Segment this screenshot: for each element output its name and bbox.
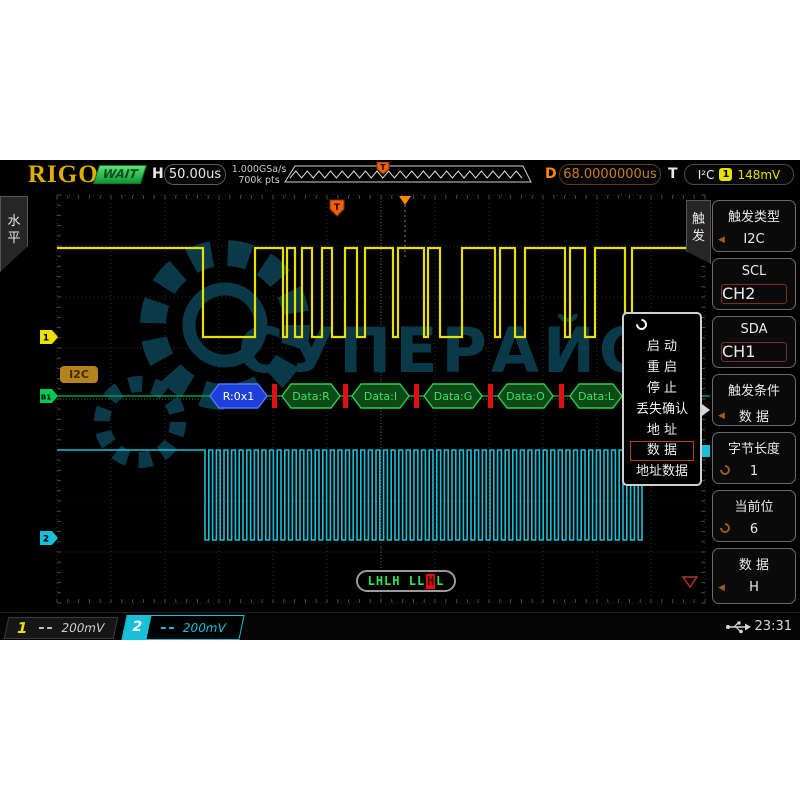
- menu-item-trigger-condition[interactable]: 触发条件 ◀数 据: [712, 374, 796, 426]
- acquisition-status-badge: WAIT: [93, 165, 147, 184]
- left-arrow-icon: ◀: [718, 411, 725, 421]
- pattern-cursor: H: [426, 574, 435, 589]
- sample-rate-block: 1.000GSa/s 700k pts: [230, 164, 288, 186]
- svg-text:T: T: [380, 163, 386, 172]
- svg-text:B1: B1: [41, 394, 51, 402]
- left-arrow-icon: ◀: [718, 583, 725, 593]
- svg-text:СУПЕРАЙС: СУПЕРАЙС: [238, 314, 648, 387]
- horizontal-label: H: [152, 166, 164, 182]
- popup-item-restart[interactable]: 重 启: [624, 357, 700, 378]
- svg-text:R:0x1: R:0x1: [223, 390, 255, 403]
- svg-text:Data:I: Data:I: [364, 390, 397, 403]
- svg-text:Data:L: Data:L: [578, 390, 615, 403]
- trigger-info-box: I²C 1 148mV: [684, 164, 794, 185]
- delay-label: D: [545, 166, 557, 182]
- menu-item-trigger-type[interactable]: 触发类型 ◀I2C: [712, 200, 796, 252]
- popup-item-start[interactable]: 启 动: [624, 336, 700, 357]
- trigger-label: T: [668, 166, 678, 182]
- memory-depth: 700k pts: [230, 175, 288, 186]
- sda-channel-box: CH1: [721, 342, 787, 362]
- trigger-condition-popup: 启 动 重 启 停 止 丢失确认 地 址 数 据 地址数据: [622, 312, 702, 486]
- popup-item-stop[interactable]: 停 止: [624, 378, 700, 399]
- i2c-bus-label: I2C: [60, 366, 98, 383]
- popup-item-data[interactable]: 数 据: [630, 441, 694, 461]
- left-arrow-icon: ◀: [718, 235, 725, 245]
- svg-text:Data:R: Data:R: [292, 390, 330, 403]
- dc-coupling-icon: [39, 627, 52, 629]
- menu-item-scl-source[interactable]: SCL CH2: [712, 258, 796, 310]
- popup-item-address[interactable]: 地 址: [624, 420, 700, 441]
- top-status-bar: RIGOL WAIT H 50.00us 1.000GSa/s 700k pts…: [0, 160, 800, 190]
- svg-text:Data:O: Data:O: [506, 390, 545, 403]
- popup-item-address-data[interactable]: 地址数据: [624, 461, 700, 482]
- popup-item-missing-ack[interactable]: 丢失确认: [624, 399, 700, 420]
- rotate-icon: [634, 317, 650, 333]
- pattern-indicator: LHLH LL H L: [356, 570, 456, 592]
- popup-pointer-icon: [702, 404, 710, 416]
- trigger-level-value: 148mV: [737, 168, 780, 182]
- dc-coupling-icon: [161, 627, 174, 629]
- oscilloscope-screen: СУПЕРАЙС T 1 B1 2 R:0x1 Data:R Data:I Data:G Data…: [0, 160, 800, 640]
- channel2-scale: 200mV: [182, 621, 228, 635]
- channel1-block[interactable]: 1 200mV: [4, 617, 119, 639]
- menu-item-sda-source[interactable]: SDA CH1: [712, 316, 796, 368]
- sample-rate: 1.000GSa/s: [230, 164, 288, 175]
- clock: 23:31: [755, 619, 792, 634]
- bottom-status-bar: 1 200mV 2 200mV 23:31: [0, 612, 800, 640]
- svg-text:Data:G: Data:G: [434, 390, 473, 403]
- svg-text:1: 1: [43, 334, 49, 344]
- channel2-block[interactable]: 2 200mV: [121, 615, 244, 640]
- menu-item-current-bit[interactable]: 当前位 6: [712, 490, 796, 542]
- channel1-scale: 200mV: [60, 621, 106, 635]
- trigger-source-badge: 1: [719, 168, 732, 181]
- memory-overview-strip[interactable]: T: [283, 162, 535, 184]
- menu-item-byte-length[interactable]: 字节长度 1: [712, 432, 796, 484]
- trigger-type: I²C: [698, 168, 715, 182]
- trigger-delay-value: 68.0000000us: [559, 164, 661, 185]
- timebase-value: 50.00us: [164, 164, 226, 185]
- menu-item-data-value[interactable]: 数 据 ◀H: [712, 548, 796, 604]
- scl-channel-box: CH2: [721, 284, 787, 304]
- usb-icon: [725, 620, 751, 634]
- svg-text:2: 2: [43, 535, 49, 545]
- svg-text:T: T: [334, 203, 341, 213]
